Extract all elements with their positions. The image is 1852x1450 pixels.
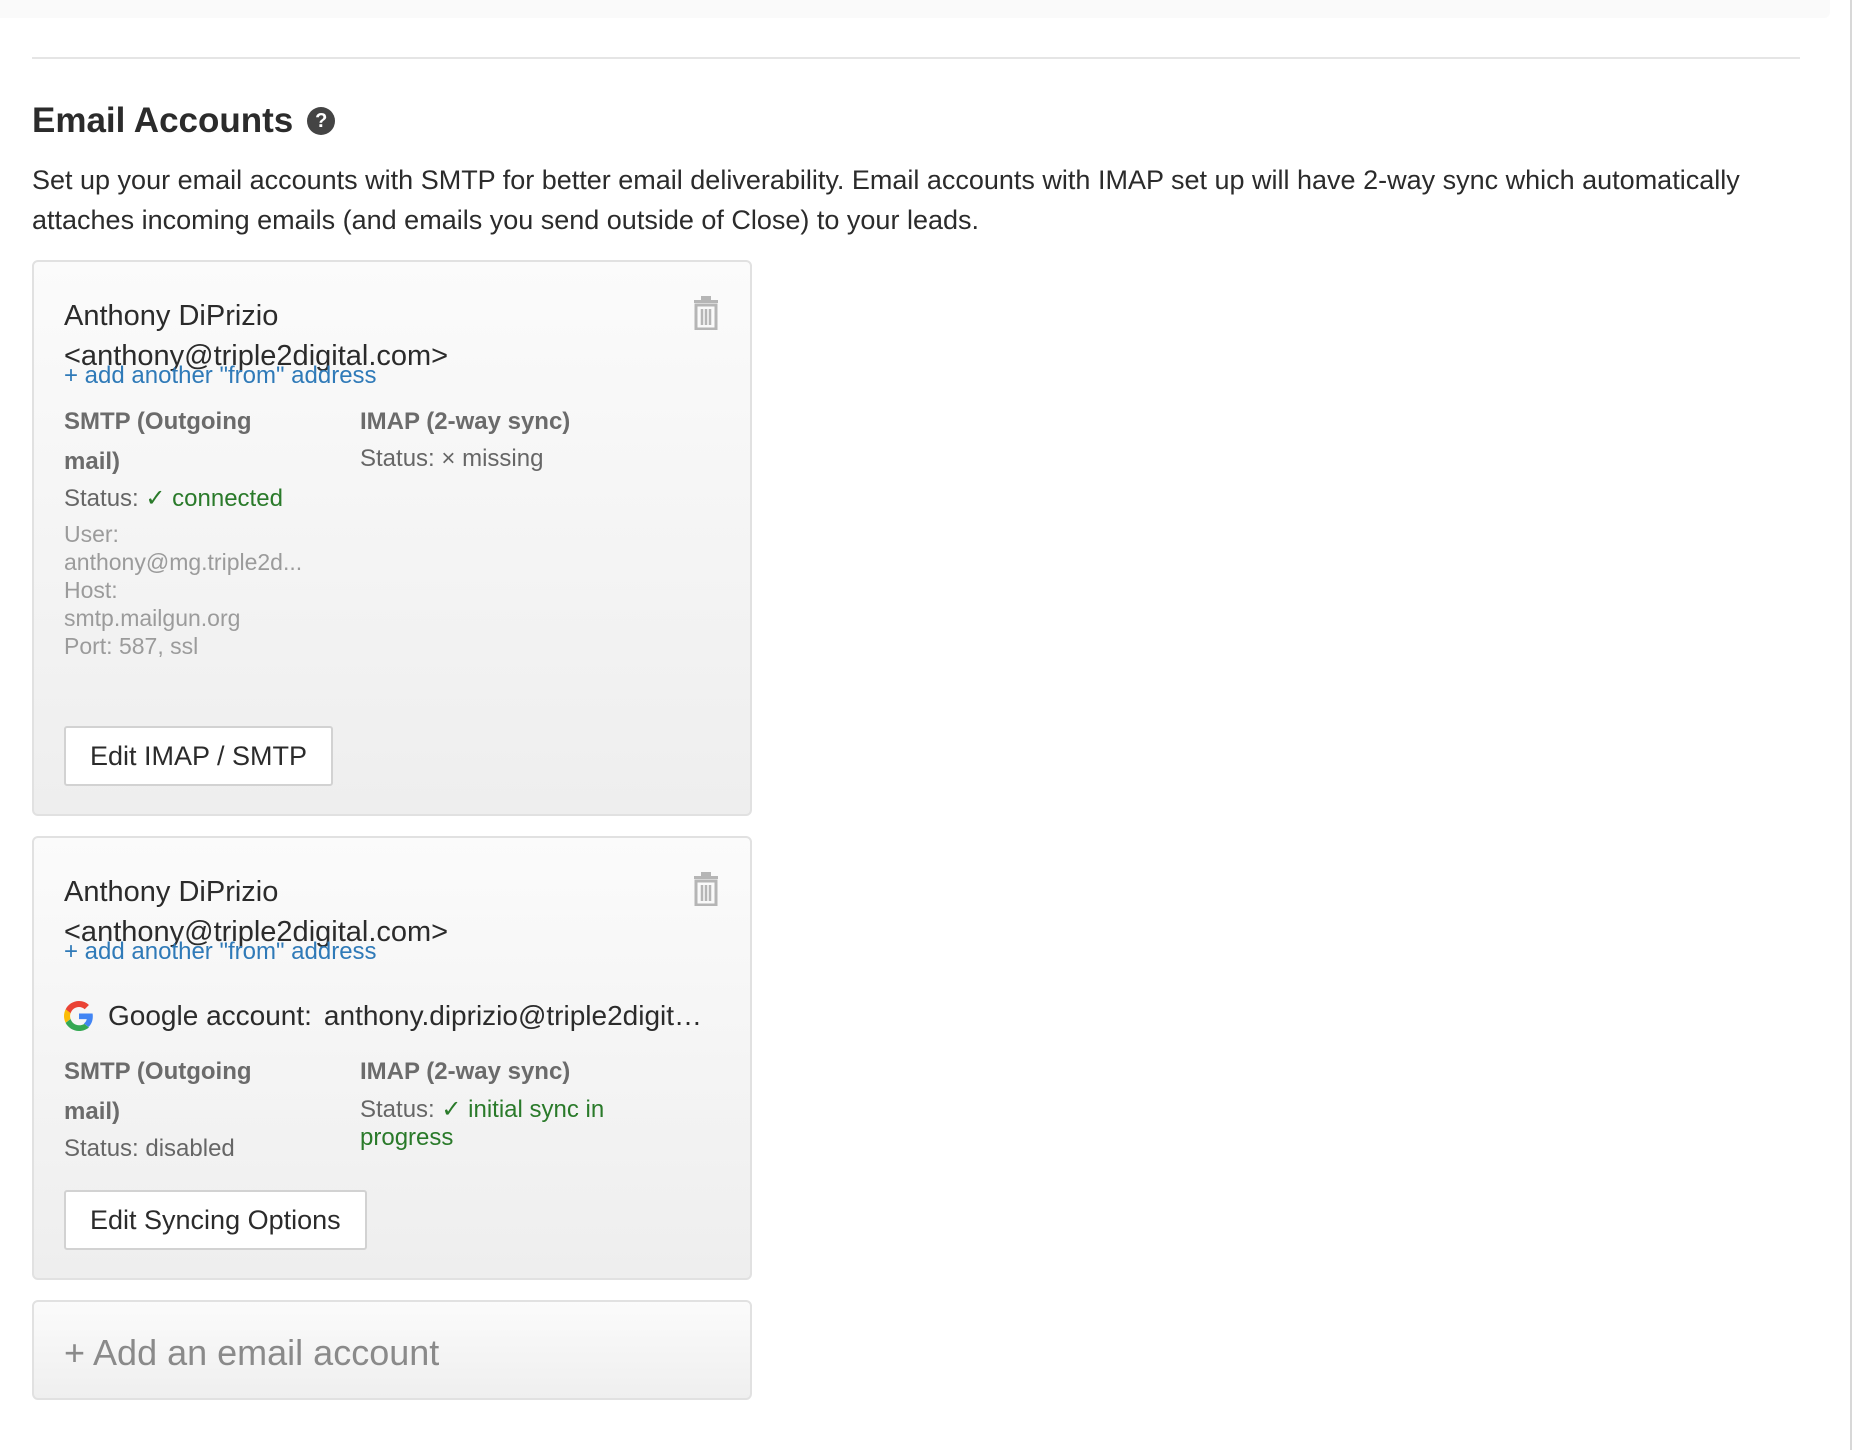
smtp-host-value: smtp.mailgun.org	[64, 605, 241, 631]
account-display-name: Anthony DiPrizio	[64, 876, 279, 908]
imap-status-value-continued: progress	[360, 1124, 454, 1151]
add-from-address-link[interactable]: + add another "from" address	[64, 938, 377, 966]
email-account-card: Anthony DiPrizio <anthony@triple2digital…	[32, 836, 752, 1280]
section-title: Email Accounts	[32, 101, 294, 140]
smtp-user-label: User:	[64, 521, 119, 547]
imap-status-value: × missing	[441, 445, 544, 472]
smtp-status-label: Status:	[64, 485, 139, 512]
imap-status: Status: × missing	[360, 442, 720, 476]
imap-column: IMAP (2-way sync) Status: ✓ initial sync…	[360, 1052, 720, 1152]
add-from-address-link[interactable]: + add another "from" address	[64, 362, 377, 390]
help-icon[interactable]: ?	[307, 107, 336, 135]
smtp-details: User: anthony@mg.triple2d... Host: smtp.…	[64, 520, 304, 660]
section-divider	[32, 57, 1800, 59]
smtp-heading: SMTP (Outgoing mail)	[64, 402, 304, 482]
imap-column: IMAP (2-way sync) Status: × missing	[360, 402, 720, 476]
smtp-heading-line2: mail)	[64, 1098, 121, 1125]
edit-syncing-options-button[interactable]: Edit Syncing Options	[64, 1190, 367, 1250]
smtp-user-value: anthony@mg.triple2d...	[64, 549, 303, 575]
imap-heading: IMAP (2-way sync)	[360, 408, 571, 435]
imap-status-value: ✓ initial sync in	[441, 1096, 605, 1123]
imap-status: Status: ✓ initial sync in progress	[360, 1096, 720, 1152]
smtp-heading-line1: SMTP (Outgoing	[64, 1058, 252, 1085]
smtp-status: Status: disabled	[64, 1135, 235, 1162]
smtp-column: SMTP (Outgoing mail) Status: disabled	[64, 1052, 304, 1166]
smtp-status: Status: ✓ connected	[64, 482, 304, 516]
smtp-heading-line1: SMTP (Outgoing	[64, 408, 252, 435]
smtp-column: SMTP (Outgoing mail) Status: ✓ connected…	[64, 402, 304, 660]
imap-status-label: Status:	[360, 1096, 435, 1123]
section-heading: Email Accounts ?	[32, 100, 336, 142]
smtp-status-value: ✓ connected	[145, 485, 283, 512]
edit-imap-smtp-button[interactable]: Edit IMAP / SMTP	[64, 726, 334, 786]
smtp-heading-line2: mail)	[64, 448, 121, 475]
account-display-name: Anthony DiPrizio	[64, 300, 279, 332]
trash-icon[interactable]	[692, 296, 720, 330]
google-account-row: Google account: anthony.diprizio@triple2…	[64, 998, 706, 1034]
section-description: Set up your email accounts with SMTP for…	[32, 165, 1740, 235]
google-account-email: anthony.diprizio@triple2digital.com	[323, 1000, 706, 1031]
smtp-host-label: Host:	[64, 577, 118, 603]
add-email-account-button[interactable]: + Add an email account	[32, 1300, 752, 1400]
top-panel-edge	[0, 0, 1830, 18]
google-icon	[64, 1001, 93, 1031]
google-account-label: Google account:	[108, 1000, 312, 1031]
imap-status-label: Status:	[360, 445, 435, 472]
smtp-port: Port: 587, ssl	[64, 633, 199, 659]
add-email-account-label: + Add an email account	[64, 1332, 440, 1373]
email-account-card: Anthony DiPrizio <anthony@triple2digital…	[32, 260, 752, 816]
imap-heading: IMAP (2-way sync)	[360, 1058, 571, 1085]
trash-icon[interactable]	[692, 872, 720, 906]
smtp-heading: SMTP (Outgoing mail)	[64, 1052, 304, 1132]
